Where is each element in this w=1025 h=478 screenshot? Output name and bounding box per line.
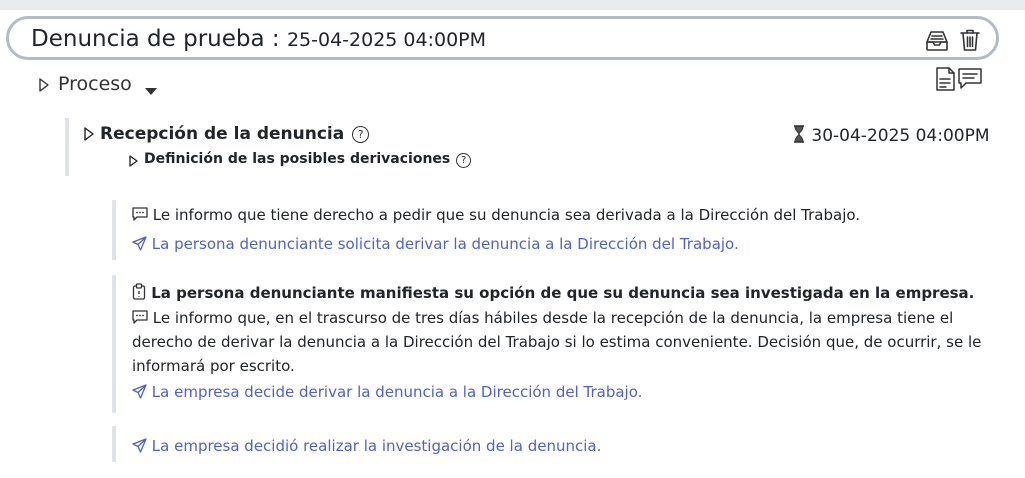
note-text: La persona denunciante manifiesta su opc…	[151, 284, 975, 302]
action-link[interactable]: La empresa decide derivar la denuncia a …	[132, 383, 642, 401]
hourglass-icon	[794, 125, 804, 143]
info-text-line: derecho de derivar la denuncia a la Dire…	[132, 333, 982, 351]
note-message: La persona denunciante manifiesta su opc…	[132, 283, 974, 302]
info-message: Le informo que tiene derecho a pedir que…	[132, 206, 860, 224]
title-separator: :	[264, 26, 287, 52]
substep-title-text: Definición de las posibles derivaciones	[144, 151, 451, 167]
clipboard-icon	[132, 283, 146, 300]
block-bar	[112, 275, 116, 413]
substep-title: Definición de las posibles derivaciones …	[144, 151, 472, 168]
block-bar	[112, 426, 116, 462]
expand-triangle-icon	[129, 155, 138, 167]
stage-title-text: Recepción de la denuncia	[100, 124, 345, 144]
chat-icon	[132, 207, 148, 221]
stage-bar	[65, 118, 69, 176]
help-icon[interactable]: ?	[352, 126, 370, 143]
archive-icon[interactable]	[924, 27, 950, 53]
block-bar	[112, 200, 116, 260]
expand-triangle-icon	[39, 77, 49, 92]
process-dropdown-caret-icon[interactable]	[145, 81, 157, 100]
info-message: Le informo que, en el trascurso de tres …	[132, 306, 981, 378]
info-text-line: informará por escrito.	[132, 357, 295, 375]
substep-toggle[interactable]	[128, 153, 139, 172]
stage-due: 30-04-2025 04:00PM	[792, 125, 990, 146]
info-text-line: Le informo que, en el trascurso de tres …	[152, 309, 954, 327]
due-date: 30-04-2025 04:00PM	[811, 126, 990, 146]
case-date: 25-04-2025 04:00PM	[286, 29, 487, 51]
process-label: Proceso	[58, 73, 132, 95]
stage-title: Recepción de la denuncia ?	[100, 124, 370, 144]
help-icon[interactable]: ?	[456, 153, 472, 168]
case-header: Denuncia de prueba : 25-04-2025 04:00PM	[6, 16, 999, 60]
action-text: La empresa decidió realizar la investiga…	[151, 437, 602, 455]
send-icon	[132, 384, 147, 399]
info-text: Le informo que tiene derecho a pedir que…	[152, 206, 861, 224]
send-icon	[132, 438, 147, 453]
action-link[interactable]: La empresa decidió realizar la investiga…	[132, 437, 601, 455]
action-text: La persona denunciante solicita derivar …	[151, 235, 739, 253]
case-name: Denuncia de prueba	[31, 26, 265, 52]
document-comments-icon[interactable]	[934, 66, 984, 96]
chat-icon	[132, 310, 148, 324]
stage-toggle[interactable]	[83, 126, 95, 146]
trash-icon[interactable]	[957, 27, 983, 53]
action-link[interactable]: La persona denunciante solicita derivar …	[132, 235, 739, 253]
top-strip	[0, 0, 1025, 10]
action-text: La empresa decide derivar la denuncia a …	[151, 383, 643, 401]
process-toggle[interactable]	[38, 74, 50, 93]
case-title: Denuncia de prueba : 25-04-2025 04:00PM	[31, 26, 486, 52]
expand-triangle-icon	[84, 127, 94, 141]
send-icon	[132, 236, 147, 251]
